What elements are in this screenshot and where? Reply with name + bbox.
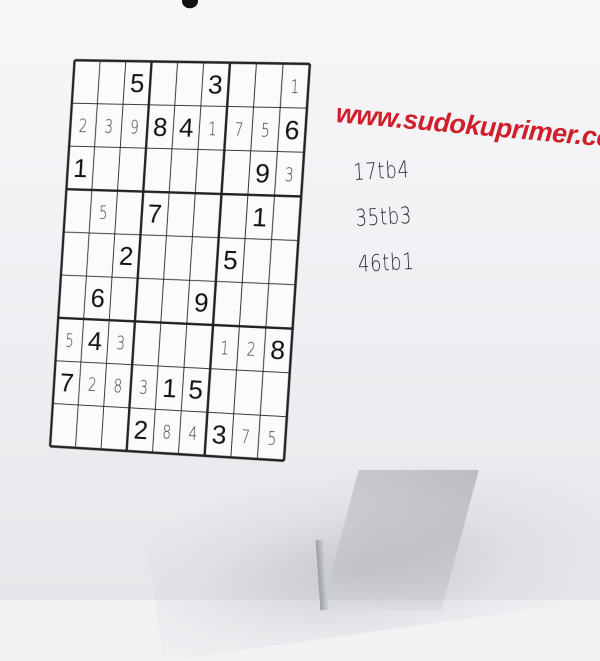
given-digit: 7	[59, 369, 75, 398]
handwritten-digit: 1	[207, 118, 217, 140]
handwritten-digit: 3	[116, 332, 126, 354]
given-digit: 8	[269, 336, 286, 365]
handwritten-digit: 2	[246, 338, 256, 360]
given-digit: 3	[207, 71, 223, 100]
handwritten-digit: 5	[98, 202, 108, 224]
handwritten-digit: 7	[240, 426, 250, 449]
handwritten-digit: 3	[139, 376, 149, 398]
handwritten-digit: 2	[87, 374, 97, 396]
given-digit: 9	[193, 289, 209, 318]
handwritten-digit: 5	[65, 330, 75, 352]
handwritten-digit: 3	[284, 163, 294, 185]
given-digit: 2	[133, 417, 149, 446]
handwritten-digit: 1	[220, 337, 230, 359]
given-digit: 6	[90, 285, 106, 314]
handwritten-digit: 5	[260, 119, 270, 141]
handwritten-digit: 9	[129, 116, 139, 138]
sudoku-board: 5312398417561935712569543128728315284375	[46, 56, 314, 465]
given-digit: 4	[87, 328, 103, 357]
given-digit: 5	[129, 70, 145, 98]
handwritten-digit: 3	[104, 115, 114, 137]
given-digit: 1	[161, 375, 177, 404]
note-line-2: 35tb3	[354, 202, 413, 232]
note-line-3: 46tb1	[357, 248, 416, 278]
handwritten-digit: 4	[188, 423, 198, 445]
handwritten-digit: 8	[162, 421, 172, 443]
given-digit: 9	[254, 160, 271, 189]
handwritten-digit: 5	[267, 427, 277, 450]
given-digit: 5	[188, 376, 204, 405]
given-digit: 4	[178, 114, 194, 143]
given-digit: 8	[152, 114, 168, 143]
sudoku-grid: 5 3 12 3 9 8 4 1 7 5 61 9 35 7 12 56 95 4 3 1 2 87 2 8 3 1 52 8 4 3 7 5	[46, 56, 314, 465]
given-digit: 2	[118, 243, 134, 272]
handwritten-digit: 1	[290, 75, 300, 97]
handwritten-digit: 7	[234, 118, 244, 140]
note-line-1: 17tb4	[352, 157, 411, 186]
logo-mark-icon	[181, 0, 199, 9]
handwritten-digit: 2	[78, 115, 88, 137]
given-digit: 3	[211, 421, 227, 450]
given-digit: 1	[251, 204, 267, 233]
given-digit: 1	[73, 155, 89, 183]
handwritten-notes: 17tb4 35tb3 46tb1	[352, 144, 469, 288]
given-digit: 6	[284, 116, 301, 145]
given-digit: 7	[147, 200, 163, 229]
given-digit: 5	[222, 246, 238, 275]
handwritten-digit: 8	[113, 375, 123, 397]
